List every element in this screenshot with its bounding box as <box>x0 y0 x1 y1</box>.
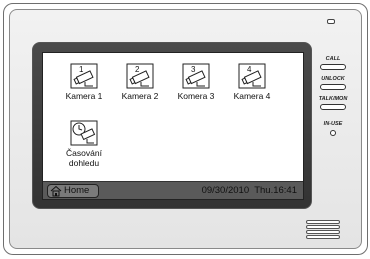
unlock-label: UNLOCK <box>321 76 345 82</box>
talk-mon-key[interactable] <box>320 104 346 110</box>
svg-text:1: 1 <box>79 65 84 74</box>
camera-icon: 1 <box>70 63 98 89</box>
camera-1-tile[interactable]: 1 Kamera 1 <box>57 63 111 101</box>
camera-1-label: Kamera 1 <box>65 91 103 101</box>
surveillance-timing-label-2: dohledu <box>68 158 100 168</box>
unlock-button[interactable]: UNLOCK <box>315 76 351 90</box>
power-led <box>327 19 335 24</box>
camera-icon: 3 <box>182 63 210 89</box>
camera-2-label: Kamera 2 <box>121 91 159 101</box>
touch-screen: 1 Kamera 1 2 Kamera 2 3 Komera 3 4 Kamer… <box>42 52 304 200</box>
date-time: 09/30/2010 Thu.16:41 <box>201 185 297 196</box>
call-button[interactable]: CALL <box>315 56 351 70</box>
camera-4-tile[interactable]: 4 Kamera 4 <box>225 63 279 101</box>
timer-camera-icon <box>70 120 98 146</box>
camera-3-tile[interactable]: 3 Komera 3 <box>169 63 223 101</box>
in-use-indicator: IN-USE <box>315 121 351 136</box>
surveillance-timing-tile[interactable]: Časování dohledu <box>57 120 111 168</box>
house-icon <box>50 185 62 197</box>
svg-text:2: 2 <box>135 65 140 74</box>
talk-mon-button[interactable]: TALK/MON <box>315 96 351 110</box>
status-bar: Home 09/30/2010 Thu.16:41 <box>43 181 303 199</box>
in-use-label: IN-USE <box>323 121 343 127</box>
camera-2-tile[interactable]: 2 Kamera 2 <box>113 63 167 101</box>
camera-4-label: Kamera 4 <box>233 91 271 101</box>
camera-3-label: Komera 3 <box>177 91 215 101</box>
unlock-key[interactable] <box>320 84 346 90</box>
camera-icon: 4 <box>238 63 266 89</box>
home-button[interactable]: Home <box>47 184 99 198</box>
home-label: Home <box>64 185 90 196</box>
call-label: CALL <box>325 56 341 62</box>
talk-mon-label: TALK/MON <box>318 96 348 102</box>
call-key[interactable] <box>320 64 346 70</box>
svg-text:4: 4 <box>247 65 252 74</box>
screen-bezel: 1 Kamera 1 2 Kamera 2 3 Komera 3 4 Kamer… <box>32 42 312 209</box>
camera-icon: 2 <box>126 63 154 89</box>
surveillance-timing-label-1: Časování <box>66 148 102 158</box>
svg-text:3: 3 <box>191 65 196 74</box>
speaker-grille <box>306 220 340 239</box>
in-use-led <box>330 130 336 136</box>
